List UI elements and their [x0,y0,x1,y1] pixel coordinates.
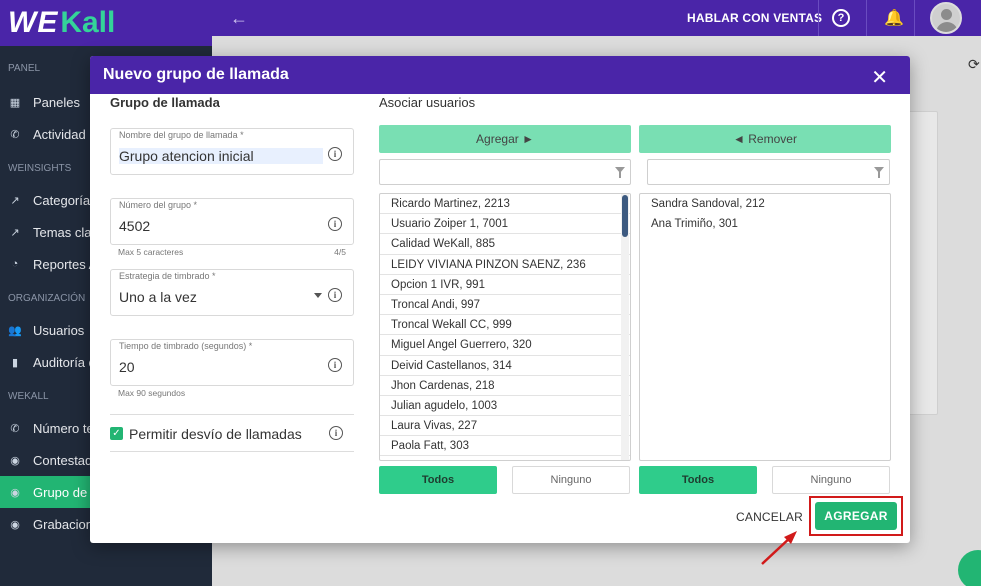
available-filter-input[interactable] [379,159,631,185]
avatar[interactable] [930,2,962,34]
forward-calls-row: ✓ Permitir desvío de llamadas i [110,414,354,452]
ring-strategy-value: Uno a la vez [119,289,197,305]
sidebar-item-label: Categorías [33,192,97,208]
sync-icon[interactable]: ⟳ [968,56,980,73]
sidebar-item-label: Contestad [33,452,93,468]
info-icon[interactable]: i [328,358,342,372]
chevron-down-icon[interactable] [314,293,322,298]
talk-to-sales-button[interactable]: HABLAR CON VENTAS [687,11,822,25]
add-user-button[interactable]: Agregar ► [379,125,631,153]
help-icon[interactable]: ? [832,9,850,27]
list-item[interactable]: LEIDY VIVIANA PINZON SAENZ, 236 [380,255,630,275]
list-item[interactable]: Ana Trimiño, 301 [640,214,890,234]
list-item[interactable]: Usuario Zoiper 1, 7001 [380,214,630,235]
sidebar-item-label: Grupo de ll [33,484,97,500]
ring-time-field[interactable]: Tiempo de timbrado (segundos) * i [110,339,354,386]
ring-time-input[interactable] [119,359,319,375]
list-item[interactable]: Opcion 1 IVR, 991 [380,275,630,295]
list-item[interactable]: Miguel Angel Guerrero, 320 [380,335,630,356]
filter-icon [874,167,884,178]
list-item[interactable]: Paola Fatt, 303 [380,436,630,457]
section-title: Grupo de llamada [110,95,220,110]
sidebar-item-label: Temas clav [33,224,99,240]
list-item[interactable]: Troncal Andi, 997 [380,295,630,316]
submit-button[interactable]: AGREGAR [815,502,897,530]
palette-icon: ◉ [10,486,20,499]
ring-time-hint: Max 90 segundos [118,388,186,398]
palette-icon: ◉ [10,454,20,467]
audio-icon: ▮ [11,356,19,369]
info-icon[interactable]: i [329,426,343,440]
selected-filter-input[interactable] [647,159,890,185]
sidebar-item-label: Reportes A [33,256,98,272]
palette-icon: ◉ [10,518,20,531]
group-name-field[interactable]: Nombre del grupo de llamada * i [110,128,354,175]
field-label: Número del grupo * [119,200,198,210]
list-item[interactable]: Sandra Sandoval, 212 [640,194,890,214]
field-label: Nombre del grupo de llamada * [119,130,244,140]
number-char-count: 4/5 [334,247,346,257]
info-icon[interactable]: i [328,217,342,231]
sidebar-item-label: Actividad E [33,126,99,142]
list-item[interactable]: Calidad WeKall, 885 [380,234,630,255]
logo-we: WE [8,6,59,39]
phone-icon: ✆ [10,422,20,435]
field-label: Tiempo de timbrado (segundos) * [119,341,253,351]
annotation-arrow-icon [761,531,797,565]
group-form: Grupo de llamada Nombre del grupo de lla… [110,94,354,452]
group-name-input[interactable] [119,148,323,164]
chart-icon: ◔ [11,258,19,270]
info-icon[interactable]: i [328,147,342,161]
sidebar-item-label: Auditoría d [33,354,96,370]
number-hint: Max 5 caracteres [118,247,184,257]
selected-users-list[interactable]: Sandra Sandoval, 212 Ana Trimiño, 301 [639,193,891,461]
close-icon[interactable]: ✕ [871,65,888,90]
group-number-field[interactable]: Número del grupo * i [110,198,354,245]
group-number-input[interactable] [119,218,319,234]
back-arrow-icon[interactable]: ← [230,8,248,29]
modal-header: Nuevo grupo de llamada ✕ [90,56,910,94]
topbar-divider [914,0,915,36]
remove-user-button[interactable]: ◄ Remover [639,125,891,153]
forward-calls-label: Permitir desvío de llamadas [129,426,302,442]
cancel-button[interactable]: CANCELAR [736,510,803,524]
topbar-divider [818,0,819,36]
select-all-available-button[interactable]: Todos [379,466,497,494]
topbar-divider [866,0,867,36]
ring-strategy-select[interactable]: Estrategia de timbrado * Uno a la vez i [110,269,354,316]
scroll-thumb[interactable] [622,195,628,237]
grid-icon: ▦ [9,96,21,109]
scrollbar[interactable] [621,194,629,460]
associate-users-title: Asociar usuarios [379,95,476,110]
select-all-selected-button[interactable]: Todos [639,466,757,494]
modal-title: Nuevo grupo de llamada [103,66,289,83]
trend-icon: ↗ [10,194,20,207]
field-label: Estrategia de timbrado * [119,271,216,281]
sidebar-item-label: Número tel [33,420,97,436]
brand-logo[interactable]: WE Kall [0,0,212,46]
filter-icon [615,167,625,178]
list-item[interactable]: Julian agudelo, 1003 [380,396,630,417]
list-item[interactable]: Troncal Wekall CC, 999 [380,315,630,336]
list-item[interactable]: Laura Vivas, 227 [380,416,630,437]
list-item[interactable]: Ricardo Martinez, 2213 [380,194,630,215]
topbar: ← HABLAR CON VENTAS ? 🔔 [212,0,981,36]
list-item[interactable]: Deivid Castellanos, 314 [380,356,630,376]
phone-icon: ✆ [10,128,20,141]
available-users-list[interactable]: Ricardo Martinez, 2213 Usuario Zoiper 1, … [379,193,631,461]
associate-users-panel: Asociar usuarios Agregar ► ◄ Remover Ric… [379,94,891,494]
forward-calls-checkbox[interactable]: ✓ [110,427,123,440]
list-item[interactable]: Jhon Cardenas, 218 [380,376,630,396]
bell-icon[interactable]: 🔔 [884,8,904,28]
select-none-available-button[interactable]: Ninguno [512,466,630,494]
info-icon[interactable]: i [328,288,342,302]
users-icon: 👥 [8,324,22,337]
select-none-selected-button[interactable]: Ninguno [772,466,890,494]
sidebar-item-label: Paneles [33,94,80,110]
new-call-group-modal: Nuevo grupo de llamada ✕ Grupo de llamad… [90,56,910,543]
logo-kall: Kall [60,6,116,39]
sidebar-item-label: Usuarios [33,322,85,338]
trend-icon: ↗ [10,226,20,239]
